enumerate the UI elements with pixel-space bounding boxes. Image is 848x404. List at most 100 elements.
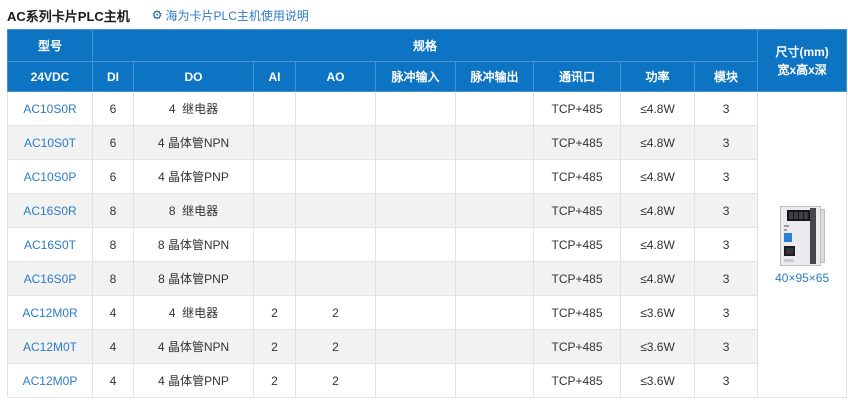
cell-ao: 2 bbox=[296, 296, 376, 330]
cell-ao bbox=[296, 262, 376, 296]
header-do: DO bbox=[134, 62, 254, 92]
dimension-value: 40×95×65 bbox=[758, 271, 846, 285]
cell-do: 8 晶体管PNP bbox=[134, 262, 254, 296]
cell-ai bbox=[254, 262, 296, 296]
cell-comm: TCP+485 bbox=[534, 92, 621, 126]
cell-power: ≤4.8W bbox=[621, 262, 695, 296]
model-link[interactable]: AC10S0P bbox=[24, 170, 77, 184]
header-spec: 规格 bbox=[93, 30, 758, 62]
cell-comm: TCP+485 bbox=[534, 228, 621, 262]
header-model: 型号 bbox=[8, 30, 93, 62]
cell-model: AC16S0T bbox=[8, 228, 93, 262]
table-row: AC12M0T 4 4 晶体管NPN 2 2 TCP+485 ≤3.6W 3 bbox=[8, 330, 847, 364]
model-link[interactable]: AC12M0T bbox=[23, 340, 77, 354]
cell-pulse-in bbox=[376, 262, 456, 296]
cell-pulse-in bbox=[376, 92, 456, 126]
usage-doc-link-label: 海为卡片PLC主机使用说明 bbox=[166, 7, 309, 24]
cell-ai: 2 bbox=[254, 330, 296, 364]
cell-ai bbox=[254, 92, 296, 126]
cell-pulse-out bbox=[456, 364, 534, 398]
header-24vdc: 24VDC bbox=[8, 62, 93, 92]
cell-model: AC16S0P bbox=[8, 262, 93, 296]
cell-model: AC10S0P bbox=[8, 160, 93, 194]
cell-module: 3 bbox=[695, 364, 758, 398]
cell-module: 3 bbox=[695, 296, 758, 330]
dimension-cell: 40×95×65 bbox=[758, 92, 847, 398]
header-pulse-out: 脉冲输出 bbox=[456, 62, 534, 92]
cell-pulse-out bbox=[456, 296, 534, 330]
cell-comm: TCP+485 bbox=[534, 330, 621, 364]
cell-pulse-out bbox=[456, 262, 534, 296]
cell-comm: TCP+485 bbox=[534, 126, 621, 160]
spec-table-body: AC10S0R 6 4 继电器 TCP+485 ≤4.8W 3 bbox=[8, 92, 847, 398]
cell-comm: TCP+485 bbox=[534, 194, 621, 228]
spec-table-header: 型号 规格 尺寸(mm) 宽x高x深 24VDC DI DO AI AO 脉冲输… bbox=[8, 30, 847, 92]
cell-pulse-out bbox=[456, 92, 534, 126]
cell-pulse-in bbox=[376, 126, 456, 160]
cell-pulse-in bbox=[376, 330, 456, 364]
header-pulse-in: 脉冲输入 bbox=[376, 62, 456, 92]
page-title: AC系列卡片PLC主机 bbox=[7, 6, 130, 25]
cell-di: 6 bbox=[93, 92, 134, 126]
cell-module: 3 bbox=[695, 262, 758, 296]
cell-di: 8 bbox=[93, 228, 134, 262]
cell-comm: TCP+485 bbox=[534, 296, 621, 330]
cell-ai bbox=[254, 160, 296, 194]
cell-di: 6 bbox=[93, 160, 134, 194]
cell-ao: 2 bbox=[296, 364, 376, 398]
cell-module: 3 bbox=[695, 330, 758, 364]
header-module: 模块 bbox=[695, 62, 758, 92]
cell-ao: 2 bbox=[296, 330, 376, 364]
model-link[interactable]: AC16S0R bbox=[23, 204, 76, 218]
model-link[interactable]: AC12M0P bbox=[23, 374, 78, 388]
cell-pulse-in bbox=[376, 296, 456, 330]
cell-power: ≤4.8W bbox=[621, 160, 695, 194]
cell-ai: 2 bbox=[254, 364, 296, 398]
cell-ai bbox=[254, 194, 296, 228]
cell-power: ≤3.6W bbox=[621, 330, 695, 364]
model-link[interactable]: AC16S0P bbox=[24, 272, 77, 286]
cell-ai: 2 bbox=[254, 296, 296, 330]
cell-ao bbox=[296, 228, 376, 262]
cell-power: ≤4.8W bbox=[621, 228, 695, 262]
cell-ao bbox=[296, 160, 376, 194]
cell-di: 4 bbox=[93, 330, 134, 364]
cell-pulse-in bbox=[376, 194, 456, 228]
cell-pulse-in bbox=[376, 228, 456, 262]
cell-di: 4 bbox=[93, 364, 134, 398]
cell-module: 3 bbox=[695, 194, 758, 228]
cell-do: 4 晶体管NPN bbox=[134, 330, 254, 364]
cell-do: 8 继电器 bbox=[134, 194, 254, 228]
header-ao: AO bbox=[296, 62, 376, 92]
cell-di: 4 bbox=[93, 296, 134, 330]
header-power: 功率 bbox=[621, 62, 695, 92]
cell-pulse-out bbox=[456, 194, 534, 228]
cell-do: 4 继电器 bbox=[134, 92, 254, 126]
cell-pulse-in bbox=[376, 364, 456, 398]
cell-module: 3 bbox=[695, 126, 758, 160]
cell-power: ≤3.6W bbox=[621, 364, 695, 398]
model-link[interactable]: AC16S0T bbox=[24, 238, 76, 252]
cell-ao bbox=[296, 92, 376, 126]
header-dimension: 尺寸(mm) 宽x高x深 bbox=[758, 30, 847, 92]
header-comm: 通讯口 bbox=[534, 62, 621, 92]
model-link[interactable]: AC10S0R bbox=[23, 102, 76, 116]
cell-power: ≤4.8W bbox=[621, 126, 695, 160]
table-row: AC12M0R 4 4 继电器 2 2 TCP+485 ≤3.6W 3 bbox=[8, 296, 847, 330]
plc-product-image bbox=[758, 205, 846, 267]
cell-do: 4 晶体管PNP bbox=[134, 160, 254, 194]
cell-di: 8 bbox=[93, 262, 134, 296]
model-link[interactable]: AC10S0T bbox=[24, 136, 76, 150]
cell-comm: TCP+485 bbox=[534, 262, 621, 296]
cell-pulse-out bbox=[456, 126, 534, 160]
table-row: AC10S0R 6 4 继电器 TCP+485 ≤4.8W 3 bbox=[8, 92, 847, 126]
cell-pulse-in bbox=[376, 160, 456, 194]
model-link[interactable]: AC12M0R bbox=[22, 306, 77, 320]
cell-module: 3 bbox=[695, 160, 758, 194]
cell-module: 3 bbox=[695, 92, 758, 126]
cell-do: 4 晶体管PNP bbox=[134, 364, 254, 398]
table-row: AC16S0R 8 8 继电器 TCP+485 ≤4.8W 3 bbox=[8, 194, 847, 228]
cell-do: 4 继电器 bbox=[134, 296, 254, 330]
usage-doc-link[interactable]: ⚙ 海为卡片PLC主机使用说明 bbox=[152, 7, 309, 24]
cell-power: ≤4.8W bbox=[621, 194, 695, 228]
